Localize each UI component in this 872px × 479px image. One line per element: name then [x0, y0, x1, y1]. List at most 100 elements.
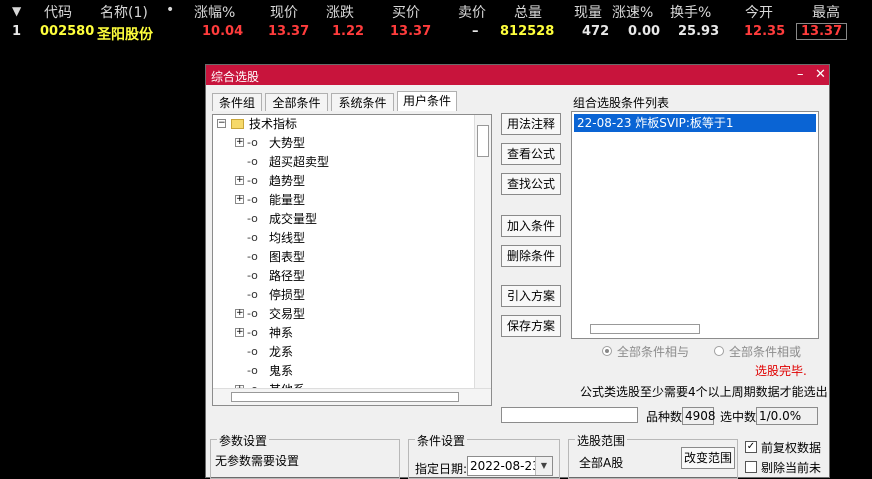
import-plan-button[interactable]: 引入方案 — [501, 285, 561, 307]
dialog-titlebar[interactable]: 综合选股 – ✕ — [206, 65, 829, 85]
tab-all-conditions[interactable]: 全部条件 — [265, 93, 328, 111]
list-item[interactable]: 22-08-23 炸板SVIP:板等于1 — [574, 114, 816, 132]
chevron-down-icon[interactable]: ▼ — [535, 457, 552, 475]
col-bid[interactable]: 买价 — [392, 2, 420, 22]
key-icon: -o — [247, 174, 258, 187]
col-name[interactable]: 名称(1) — [100, 2, 148, 22]
col-change[interactable]: 涨跌 — [326, 2, 354, 22]
tree-item-label: 路径型 — [269, 269, 306, 283]
tree-vertical-scrollbar[interactable] — [474, 115, 491, 389]
change-range-button[interactable]: 改变范围 — [681, 447, 735, 469]
count-label: 品种数 — [646, 410, 683, 424]
remove-label[interactable]: 剔除当前未 — [761, 459, 821, 476]
radio-and-label[interactable]: 全部条件相与 — [617, 343, 689, 360]
row-volume: 812528 — [500, 24, 555, 39]
delete-condition-button[interactable]: 删除条件 — [501, 245, 561, 267]
col-price[interactable]: 现价 — [270, 2, 298, 22]
row-open: 12.35 — [744, 24, 786, 39]
find-formula-button[interactable]: 查找公式 — [501, 173, 561, 195]
usage-note-button[interactable]: 用法注释 — [501, 113, 561, 135]
key-icon: -o — [247, 136, 258, 149]
tree-item-label: 趋势型 — [269, 174, 306, 188]
selected-value: 1/0.0% — [756, 407, 818, 425]
param-group-label: 参数设置 — [217, 432, 270, 449]
tree-item-label: 龙系 — [269, 345, 294, 359]
key-icon: -o — [247, 326, 258, 339]
tab-condition-group[interactable]: 条件组 — [212, 93, 262, 111]
condition-list-title: 组合选股条件列表 — [573, 96, 670, 110]
range-group: 选股范围 全部A股 改变范围 — [568, 432, 738, 479]
expand-icon[interactable]: + — [235, 328, 244, 337]
collapse-icon[interactable]: − — [217, 119, 226, 128]
key-icon: -o — [247, 345, 258, 358]
col-turnover[interactable]: 换手% — [670, 2, 711, 22]
col-open[interactable]: 今开 — [745, 2, 773, 22]
range-value: 全部A股 — [579, 456, 624, 470]
col-change-pct[interactable]: 涨幅% — [194, 2, 235, 22]
adjusted-label[interactable]: 前复权数据 — [761, 439, 821, 456]
table-row[interactable]: 1 002580 圣阳股份 10.04 13.37 1.22 13.37 – 8… — [0, 22, 872, 43]
row-speed: 0.00 — [628, 24, 661, 39]
tab-user-conditions[interactable]: 用户条件 — [397, 91, 457, 111]
row-turnover: 25.93 — [678, 24, 720, 39]
date-value: 2022-08-23 — [470, 459, 540, 473]
radio-or[interactable] — [714, 346, 724, 356]
tree-root-label: 技术指标 — [249, 117, 298, 131]
condition-settings-label: 条件设置 — [415, 432, 468, 449]
col-high[interactable]: 最高 — [812, 2, 840, 22]
col-ask[interactable]: 卖价 — [458, 2, 486, 22]
progress-bar — [501, 407, 638, 423]
dialog-title: 综合选股 — [211, 70, 260, 84]
tree-item-label: 鬼系 — [269, 364, 294, 378]
param-group: 参数设置 无参数需要设置 — [210, 432, 400, 479]
key-icon: -o — [247, 269, 258, 282]
tree-item-label: 超买超卖型 — [269, 155, 330, 169]
row-price: 13.37 — [268, 24, 310, 39]
col-cur-vol[interactable]: 现量 — [574, 2, 602, 22]
row-index: 1 — [12, 24, 22, 39]
col-dot: • — [166, 2, 175, 18]
range-group-label: 选股范围 — [575, 432, 628, 449]
add-condition-button[interactable]: 加入条件 — [501, 215, 561, 237]
expand-icon[interactable]: + — [235, 176, 244, 185]
minimize-icon[interactable]: – — [797, 67, 804, 82]
radio-or-label[interactable]: 全部条件相或 — [729, 343, 801, 360]
sort-arrow-icon[interactable]: ▼ — [12, 4, 21, 18]
tree-item-label: 成交量型 — [269, 212, 318, 226]
close-icon[interactable]: ✕ — [815, 67, 826, 82]
param-text: 无参数需要设置 — [215, 454, 300, 468]
key-icon: -o — [247, 193, 258, 206]
date-label: 指定日期: — [415, 462, 468, 476]
status-text: 选股完毕. — [755, 364, 807, 378]
tree-item-label: 大势型 — [269, 136, 306, 150]
date-picker[interactable]: 2022-08-23 ▼ — [467, 456, 553, 476]
col-code[interactable]: 代码 — [44, 2, 72, 22]
col-volume[interactable]: 总量 — [514, 2, 542, 22]
tree-item-label: 能量型 — [269, 193, 306, 207]
expand-icon[interactable]: + — [235, 195, 244, 204]
save-plan-button[interactable]: 保存方案 — [501, 315, 561, 337]
adjusted-checkbox[interactable]: ✓ — [745, 441, 757, 453]
tab-system-conditions[interactable]: 系统条件 — [331, 93, 394, 111]
stock-screener-dialog: 综合选股 – ✕ 条件组 全部条件 系统条件 用户条件 − 技术指标 + -o 大势… — [205, 64, 830, 479]
tree-scroll-thumb[interactable] — [477, 125, 489, 157]
expand-icon[interactable]: + — [235, 138, 244, 147]
row-cur-vol: 472 — [582, 24, 610, 39]
tree-horizontal-scrollbar[interactable] — [213, 388, 491, 405]
view-formula-button[interactable]: 查看公式 — [501, 143, 561, 165]
expand-icon[interactable]: + — [235, 309, 244, 318]
list-hscroll-thumb[interactable] — [590, 324, 700, 334]
remove-checkbox[interactable] — [745, 461, 757, 473]
col-speed[interactable]: 涨速% — [612, 2, 653, 22]
row-ask: – — [472, 24, 479, 39]
tree-hscroll-thumb[interactable] — [231, 392, 459, 402]
quote-header: ▼ 代码 名称(1) • 涨幅% 现价 涨跌 买价 卖价 总量 现量 涨速% 换… — [0, 0, 872, 22]
folder-icon — [231, 119, 244, 129]
selected-label: 选中数 — [720, 410, 757, 424]
key-icon: -o — [247, 288, 258, 301]
indicator-tree: − 技术指标 + -o 大势型 -o 超买超卖型 + -o 趋势型 + -o 能量型 -o 成交量型 -o… — [212, 114, 492, 406]
key-icon: -o — [247, 307, 258, 320]
key-icon: -o — [247, 364, 258, 377]
radio-and[interactable] — [602, 346, 612, 356]
tree-item-label: 停损型 — [269, 288, 306, 302]
